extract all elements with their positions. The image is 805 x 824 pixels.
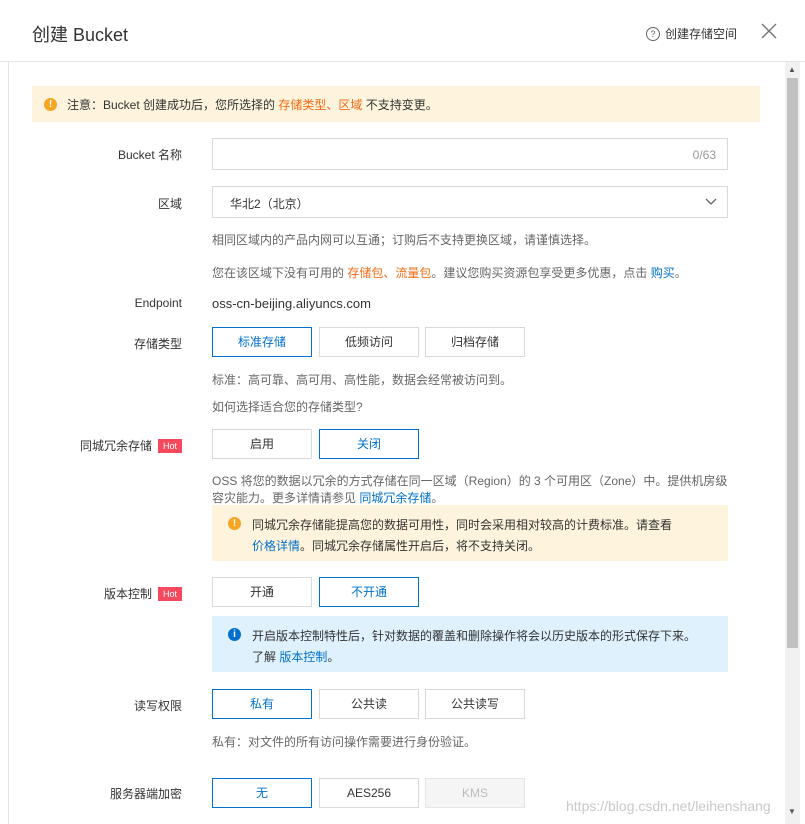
acl-desc: 私有：对文件的所有访问操作需要进行身份验证。 [212, 735, 477, 749]
versioning-label: 版本控制 Hot [0, 585, 182, 602]
hot-badge: Hot [157, 586, 182, 601]
buy-link[interactable]: 购买 [651, 266, 675, 280]
notice-banner: ! 注意：Bucket 创建成功后，您所选择的 存储类型、区域 不支持变更。 [32, 86, 760, 122]
scroll-up-icon[interactable]: ▲ [788, 65, 796, 74]
bucket-name-label: Bucket 名称 [117, 148, 182, 162]
zrs-desc-suffix: 。 [431, 491, 444, 505]
acl-public-read[interactable]: 公共读 [319, 689, 419, 719]
help-label: 创建存储空间 [665, 27, 738, 41]
region-label: 区域 [157, 197, 182, 211]
region-package-hint: 您在该区域下没有可用的 存储包、流量包。建议您购买资源包享受更多优惠，点击 购买… [212, 264, 687, 281]
scroll-thumb[interactable] [787, 78, 798, 648]
zrs-tip-suffix: 。同城冗余存储属性开启后，将不支持关闭。 [300, 539, 541, 553]
price-detail-link[interactable]: 价格详情 [252, 539, 300, 553]
hint-sep: 、 [383, 266, 396, 280]
versioning-label-text: 版本控制 [103, 587, 152, 601]
zrs-desc-prefix: 容灾能力。更多详情请参见 [212, 491, 360, 505]
dialog-header: 创建 Bucket ? 创建存储空间 [0, 0, 805, 62]
watermark: https://blog.csdn.net/leihenshang [566, 798, 771, 814]
versioning-tip: i 开启版本控制特性后，针对数据的覆盖和删除操作将会以历史版本的形式保存下来。 … [212, 616, 728, 672]
zone-redundancy-tip: ! 同城冗余存储能提高您的数据可用性，同时会采用相对较高的计费标准。请查看 价格… [212, 505, 728, 561]
region-select[interactable]: 华北2（北京） [212, 186, 728, 218]
storage-class-label: 存储类型 [133, 337, 182, 351]
hint-prefix: 您在该区域下没有可用的 [212, 266, 348, 280]
notice-suffix: 不支持变更。 [362, 97, 438, 112]
zone-redundancy-desc-2: 容灾能力。更多详情请参见 同城冗余存储。 [212, 489, 443, 506]
storage-class-desc: 标准：高可靠、高可用、高性能，数据会经常被访问到。 [212, 373, 513, 387]
notice-prefix: 注意：Bucket 创建成功后，您所选择的 [67, 97, 279, 112]
storage-class-guide-link[interactable]: 如何选择适合您的存储类型? [212, 398, 363, 415]
versioning-tip-line-2: 了解 版本控制。 [252, 648, 339, 665]
endpoint-label: Endpoint [134, 296, 182, 310]
zone-redundancy-disable[interactable]: 关闭 [319, 429, 419, 459]
encryption-label: 服务器端加密 [109, 787, 182, 801]
endpoint-value: oss-cn-beijing.aliyuncs.com [212, 296, 371, 311]
zone-redundancy-label: 同城冗余存储 Hot [0, 437, 182, 454]
region-help: 相同区域内的产品内网可以互通；订购后不支持更换区域，请谨慎选择。 [212, 233, 597, 247]
hot-badge: Hot [157, 438, 182, 453]
storage-package-link[interactable]: 存储包 [347, 266, 383, 280]
zone-redundancy-desc: OSS 将您的数据以冗余的方式存储在同一区域（Region）的 3 个可用区（Z… [212, 474, 728, 488]
zrs-doc-link[interactable]: 同城冗余存储 [359, 491, 431, 505]
question-circle-icon: ? [646, 26, 660, 41]
versioning-tip-prefix: 了解 [252, 650, 280, 664]
warning-icon: ! [228, 517, 241, 530]
hint-suffix: 。 [674, 266, 687, 280]
encryption-none[interactable]: 无 [212, 778, 312, 808]
encryption-kms: KMS [425, 778, 525, 808]
info-icon: i [228, 628, 241, 641]
versioning-disable[interactable]: 不开通 [319, 577, 419, 607]
hint-mid: 。建议您购买资源包享受更多优惠，点击 [431, 266, 651, 280]
scrollbar[interactable]: ▲ ▼ [785, 62, 800, 824]
bucket-name-input[interactable]: 0/63 [212, 138, 728, 170]
zone-redundancy-label-text: 同城冗余存储 [79, 439, 152, 453]
notice-sep: 、 [326, 97, 339, 112]
acl-private[interactable]: 私有 [212, 689, 312, 719]
zone-redundancy-enable[interactable]: 启用 [212, 429, 312, 459]
acl-public-read-write[interactable]: 公共读写 [425, 689, 525, 719]
encryption-aes256[interactable]: AES256 [319, 778, 419, 808]
versioning-tip-suffix: 。 [327, 650, 340, 664]
storage-class-standard[interactable]: 标准存储 [212, 327, 312, 357]
zrs-tip-line-1: 同城冗余存储能提高您的数据可用性，同时会采用相对较高的计费标准。请查看 [252, 518, 673, 532]
create-bucket-help-link[interactable]: ? 创建存储空间 [646, 25, 737, 42]
versioning-doc-link[interactable]: 版本控制 [279, 650, 327, 664]
dialog-title: 创建 Bucket [32, 25, 129, 45]
chevron-down-icon [705, 198, 717, 205]
traffic-package-link[interactable]: 流量包 [395, 266, 431, 280]
warning-icon: ! [44, 97, 57, 111]
notice-text: 注意：Bucket 创建成功后，您所选择的 存储类型、区域 不支持变更。 [67, 96, 438, 113]
zrs-tip-line-2: 价格详情。同城冗余存储属性开启后，将不支持关闭。 [252, 537, 540, 554]
storage-class-ia[interactable]: 低频访问 [319, 327, 419, 357]
scroll-down-icon[interactable]: ▼ [788, 807, 796, 816]
close-icon[interactable] [760, 22, 778, 40]
versioning-enable[interactable]: 开通 [212, 577, 312, 607]
region-value: 华北2（北京） [230, 197, 309, 211]
bucket-name-counter: 0/63 [692, 148, 716, 162]
acl-label: 读写权限 [133, 699, 182, 713]
notice-storage-class: 存储类型 [278, 97, 327, 112]
storage-class-archive[interactable]: 归档存储 [425, 327, 525, 357]
versioning-tip-line-1: 开启版本控制特性后，针对数据的覆盖和删除操作将会以历史版本的形式保存下来。 [252, 629, 697, 643]
notice-region: 区域 [338, 97, 363, 112]
